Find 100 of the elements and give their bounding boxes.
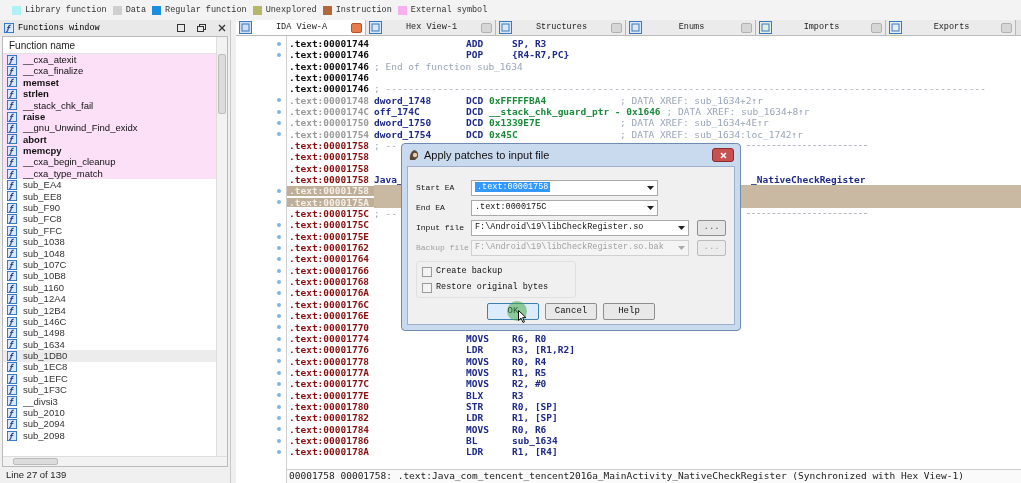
checkbox[interactable] — [422, 282, 432, 293]
operand: R3 — [512, 390, 524, 401]
mnemonic: LDR — [466, 447, 485, 457]
function-icon — [7, 385, 17, 395]
function-icon — [7, 293, 17, 304]
function-icon — [7, 180, 17, 190]
address-combo[interactable]: .text:0000175C — [471, 199, 658, 216]
view-tab[interactable]: Structures — [496, 20, 626, 35]
operand: sub_1634 — [512, 435, 558, 446]
view-icon — [629, 21, 642, 34]
legend-label: External symbol — [410, 3, 488, 17]
field-label: Input file — [416, 221, 465, 234]
address: .text:00001780 — [288, 401, 371, 412]
address: .text:00001746 — [288, 61, 371, 72]
close-icon — [719, 151, 727, 159]
function-item[interactable]: strlen — [3, 88, 216, 100]
address: .text:0000176E — [288, 311, 371, 321]
close-icon[interactable] — [351, 22, 362, 33]
dialog-button[interactable]: Cancel — [545, 303, 597, 320]
operand: {R4-R7,PC} — [512, 50, 570, 60]
code-label: Java_ — [374, 175, 404, 185]
address: .text:0000176C — [288, 299, 371, 310]
function-item[interactable]: __cxa_atexit — [3, 54, 216, 66]
address: .text:00001784 — [288, 424, 371, 435]
function-item[interactable]: __stack_chk_fail — [3, 99, 216, 111]
horizontal-scrollbar[interactable] — [3, 456, 227, 466]
address: .text:00001758 — [288, 141, 371, 151]
legend-label: Instruction — [335, 3, 392, 17]
view-tab[interactable]: Hex View-1 — [366, 20, 496, 35]
function-icon — [7, 88, 17, 99]
view-tab[interactable]: Imports — [756, 20, 886, 35]
address: .text:00001776 — [288, 345, 371, 355]
address: .text:00001786 — [288, 435, 371, 446]
function-icon — [7, 100, 17, 111]
mnemonic: DCD — [466, 95, 485, 106]
dropdown-icon — [647, 205, 654, 210]
mnemonic: DCD — [466, 129, 485, 140]
comment: ; End of function sub_1634 — [374, 61, 523, 72]
address: .text:00001750 — [288, 118, 371, 128]
address: .text:0000178A — [288, 447, 371, 457]
checkbox-label: Restore original bytes — [436, 281, 549, 294]
view-icon — [889, 21, 902, 34]
address: .text:0000175E — [288, 231, 371, 242]
address: .text:00001748 — [288, 95, 371, 106]
function-icon — [7, 419, 17, 430]
mnemonic: STR — [466, 401, 485, 412]
dropdown-icon — [678, 225, 686, 230]
legend-label: Data — [125, 3, 147, 17]
view-icon — [499, 21, 512, 34]
operand: R6, R0 — [512, 333, 547, 344]
dialog-button[interactable]: OK — [487, 303, 539, 320]
mnemonic: MOVS — [466, 333, 490, 344]
function-icon — [7, 168, 17, 179]
checkbox[interactable] — [422, 266, 432, 277]
file-combo[interactable]: F:\Android\19\libCheckRegister.so — [471, 219, 690, 236]
operand: 0x45C — [489, 129, 519, 140]
mnemonic: LDR — [466, 413, 485, 423]
mnemonic: MOVS — [466, 367, 490, 378]
address: .text:00001758 — [288, 175, 371, 185]
function-item[interactable]: __cxa_begin_cleanup — [3, 156, 216, 168]
function-icon — [7, 111, 17, 122]
field-label: Start EA — [416, 181, 456, 194]
code-label: off_174C — [374, 107, 421, 117]
comment: ; DATA XREF: sub_1634:loc_1742↑r — [620, 129, 804, 140]
maximize-icon[interactable] — [177, 24, 185, 32]
line-counter: Line 27 of 139 — [6, 467, 67, 482]
view-tab[interactable]: Exports — [886, 20, 1016, 35]
view-tab[interactable]: IDA View-A — [236, 20, 366, 35]
function-icon — [7, 145, 17, 156]
address: .text:0000175C — [288, 220, 371, 230]
address: .text:00001758 — [288, 163, 371, 174]
browse-button[interactable]: ... — [697, 219, 726, 236]
function-item[interactable]: __cxa_finalize — [3, 65, 216, 77]
view-icon — [239, 21, 252, 34]
function-item[interactable]: __gnu_Unwind_Find_exidx — [3, 122, 216, 134]
operand: R2, #0 — [512, 379, 547, 389]
function-item[interactable]: memcpy — [3, 145, 216, 157]
address: .text:00001782 — [288, 413, 371, 423]
operand: 0xFFFFFBA4 — [489, 95, 548, 106]
function-icon — [7, 191, 17, 202]
code-label: _NativeCheckRegister — [751, 175, 866, 185]
address: .text:0000175C — [288, 209, 371, 219]
dialog-title: Apply patches to input file — [424, 147, 551, 163]
vertical-scrollbar[interactable] — [216, 37, 227, 456]
restore-icon[interactable] — [197, 24, 206, 32]
function-icon — [7, 259, 17, 270]
function-item[interactable]: sub_1DB0 — [3, 350, 216, 362]
close-icon[interactable] — [218, 24, 226, 32]
mnemonic: DCD — [466, 118, 485, 128]
operand: R1, [SP] — [512, 413, 558, 423]
close-button[interactable] — [712, 148, 734, 162]
checkbox-label: Create backup — [436, 265, 503, 278]
mnemonic: MOVS — [466, 424, 490, 435]
mnemonic: DCD — [466, 107, 485, 117]
view-tab[interactable]: Enums — [626, 20, 756, 35]
function-icon — [7, 328, 17, 339]
dialog-button[interactable]: Help — [603, 303, 655, 320]
function-icon — [7, 282, 17, 293]
legend-label: Library function — [25, 3, 107, 17]
field-label: End EA — [416, 201, 446, 214]
